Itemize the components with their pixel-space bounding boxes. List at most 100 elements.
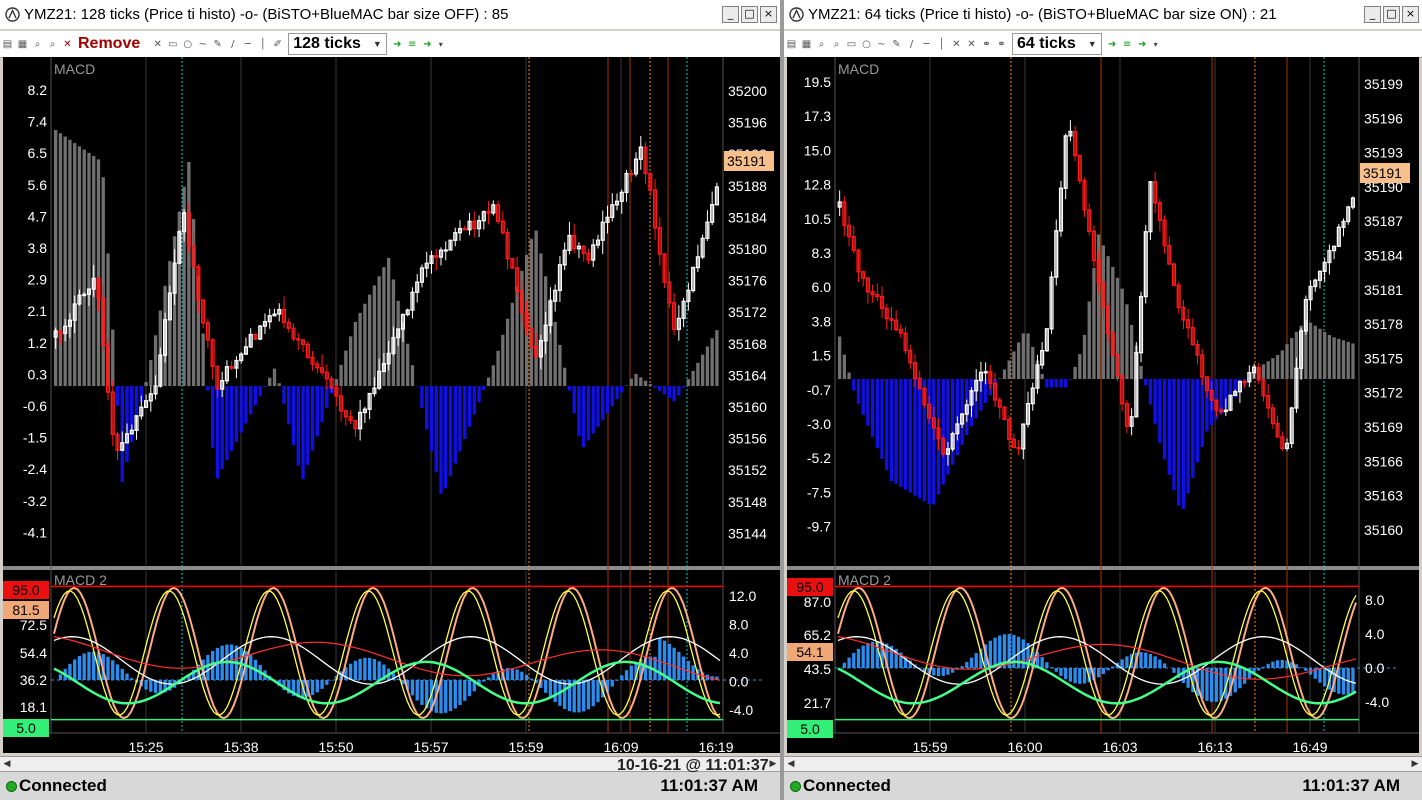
histogram-bar: [58, 133, 63, 386]
toolbar-grip-icon[interactable]: ▾: [1154, 40, 1162, 49]
template-icon[interactable]: ▦: [17, 39, 28, 50]
zoom-in-icon[interactable]: ⌕: [32, 39, 43, 50]
remove-icon[interactable]: ✕: [966, 39, 977, 50]
maximize-button[interactable]: □: [741, 6, 758, 23]
histogram-bar: [1332, 337, 1336, 379]
chart-area[interactable]: MACD MACD 2 8.2 7.4 6.5 5.6 4.7 3.8 2.9 2.1 1.2 0.3…: [3, 57, 780, 753]
histogram-bar: [1129, 324, 1134, 379]
delete-drawing-icon[interactable]: ✕: [951, 39, 962, 50]
ellipse-icon[interactable]: ○: [861, 39, 872, 50]
histogram-bar: [348, 336, 353, 386]
histogram2-bar: [87, 651, 91, 680]
maximize-button[interactable]: □: [1383, 6, 1400, 23]
bar-size-select[interactable]: 64 ticks ▼: [1012, 33, 1102, 55]
zoom-out-icon[interactable]: ⌕: [831, 39, 842, 50]
histogram-bar: [306, 386, 310, 465]
histogram-bar: [501, 334, 505, 386]
pen-icon[interactable]: ✎: [891, 39, 902, 50]
chart-window-128-ticks[interactable]: YMZ21: 128 ticks (Price ti histo) -o- (B…: [0, 0, 780, 800]
histogram-bar: [115, 386, 120, 406]
horizontal-line-icon[interactable]: ─: [242, 39, 253, 50]
histogram-bar: [358, 312, 362, 386]
left-axis-tick: -5.2: [807, 450, 831, 466]
freehand-icon[interactable]: ∼: [876, 39, 887, 50]
close-button[interactable]: ×: [1402, 6, 1419, 23]
histogram-bar: [467, 386, 472, 427]
remove-button[interactable]: Remove: [78, 35, 140, 53]
title-bar[interactable]: YMZ21: 64 ticks (Price ti histo) -o- (Bi…: [784, 0, 1422, 29]
list-icon[interactable]: ≡: [1122, 39, 1133, 50]
minimize-button[interactable]: _: [1364, 6, 1381, 23]
histogram2-bar: [529, 678, 534, 680]
histogram-bar: [658, 386, 662, 392]
left-axis-tick: -1.5: [23, 430, 47, 446]
zoom-in-icon[interactable]: ⌕: [816, 39, 827, 50]
minimize-button[interactable]: _: [722, 6, 739, 23]
histogram-bar: [1045, 379, 1049, 388]
arrow-right-icon[interactable]: ➜: [392, 39, 403, 50]
notes-icon[interactable]: ✐: [272, 39, 283, 50]
histogram-bar: [1078, 354, 1082, 379]
toolbar-grip-icon[interactable]: ▾: [439, 40, 447, 49]
line-icon[interactable]: /: [227, 39, 238, 50]
right-axis-tick: 35156: [728, 431, 767, 447]
histogram-bar: [296, 386, 300, 466]
ellipse-icon[interactable]: ○: [182, 39, 193, 50]
histogram-bar: [1111, 266, 1115, 379]
pen-icon[interactable]: ✎: [212, 39, 223, 50]
histogram2-bar: [1153, 656, 1157, 668]
histogram2-bar: [1172, 668, 1176, 673]
forward-icon[interactable]: ➜: [1137, 39, 1148, 50]
forward-icon[interactable]: ➜: [422, 39, 433, 50]
chart-area[interactable]: MACD MACD 2 19.5 17.3 15.0 12.8 10.5 8.3 6.0 3.8 1…: [787, 57, 1419, 753]
scroll-left-icon[interactable]: ◀: [784, 757, 798, 771]
right-axis-tick: 35175: [1364, 350, 1403, 366]
rectangle-icon[interactable]: ▭: [846, 39, 857, 50]
zoom-out-icon[interactable]: ⌕: [47, 39, 58, 50]
template-icon[interactable]: ▦: [801, 39, 812, 50]
panel-divider: [3, 566, 780, 570]
histogram-bar: [491, 365, 495, 386]
histogram-bar: [253, 386, 258, 406]
histogram2-bar: [1045, 662, 1049, 668]
bar-size-select[interactable]: 128 ticks ▼: [288, 33, 387, 55]
time-axis-tick: 15:38: [223, 739, 258, 753]
horizontal-scrollbar[interactable]: ◀ ▶: [784, 756, 1422, 771]
histogram2-bar: [82, 653, 86, 680]
histogram2-bar: [1073, 668, 1077, 684]
histogram-bar: [582, 386, 586, 448]
histogram-bar: [210, 386, 215, 448]
histogram-bar: [1200, 379, 1204, 447]
remove-icon[interactable]: ✕: [62, 39, 73, 50]
close-button[interactable]: ×: [760, 6, 777, 23]
histogram-bar: [249, 386, 253, 415]
histogram-bar: [1261, 364, 1266, 379]
line-icon[interactable]: /: [906, 39, 917, 50]
chart-window-64-ticks[interactable]: YMZ21: 64 ticks (Price ti histo) -o- (Bi…: [784, 0, 1422, 800]
left-axis-tick: 10.5: [804, 211, 831, 227]
histogram-bar: [1195, 379, 1200, 463]
vertical-line-icon[interactable]: │: [257, 39, 268, 50]
candle-body: [983, 371, 988, 374]
histogram-bar: [291, 386, 296, 445]
horizontal-line-icon[interactable]: ─: [921, 39, 932, 50]
histogram2-bar: [1304, 668, 1308, 671]
histogram2-bar: [372, 659, 377, 680]
arrow-right-icon[interactable]: ➜: [1107, 39, 1118, 50]
vertical-line-icon[interactable]: │: [936, 39, 947, 50]
histogram-bar: [620, 386, 624, 393]
delete-drawing-icon[interactable]: ✕: [152, 39, 163, 50]
scroll-left-icon[interactable]: ◀: [0, 757, 14, 771]
scroll-right-icon[interactable]: ▶: [1408, 757, 1422, 771]
properties-icon[interactable]: ▤: [786, 39, 797, 50]
properties-icon[interactable]: ▤: [2, 39, 13, 50]
freehand-icon[interactable]: ∼: [197, 39, 208, 50]
list-icon[interactable]: ≡: [407, 39, 418, 50]
left-axis-tick: 4.7: [28, 208, 48, 224]
link-icon[interactable]: ⚭: [981, 39, 992, 50]
rectangle-icon[interactable]: ▭: [167, 39, 178, 50]
histogram2-bar: [467, 680, 472, 697]
left-axis-tick: -7.5: [807, 484, 831, 500]
title-bar[interactable]: YMZ21: 128 ticks (Price ti histo) -o- (B…: [0, 0, 780, 29]
link-icon-2[interactable]: ⚭: [996, 39, 1007, 50]
